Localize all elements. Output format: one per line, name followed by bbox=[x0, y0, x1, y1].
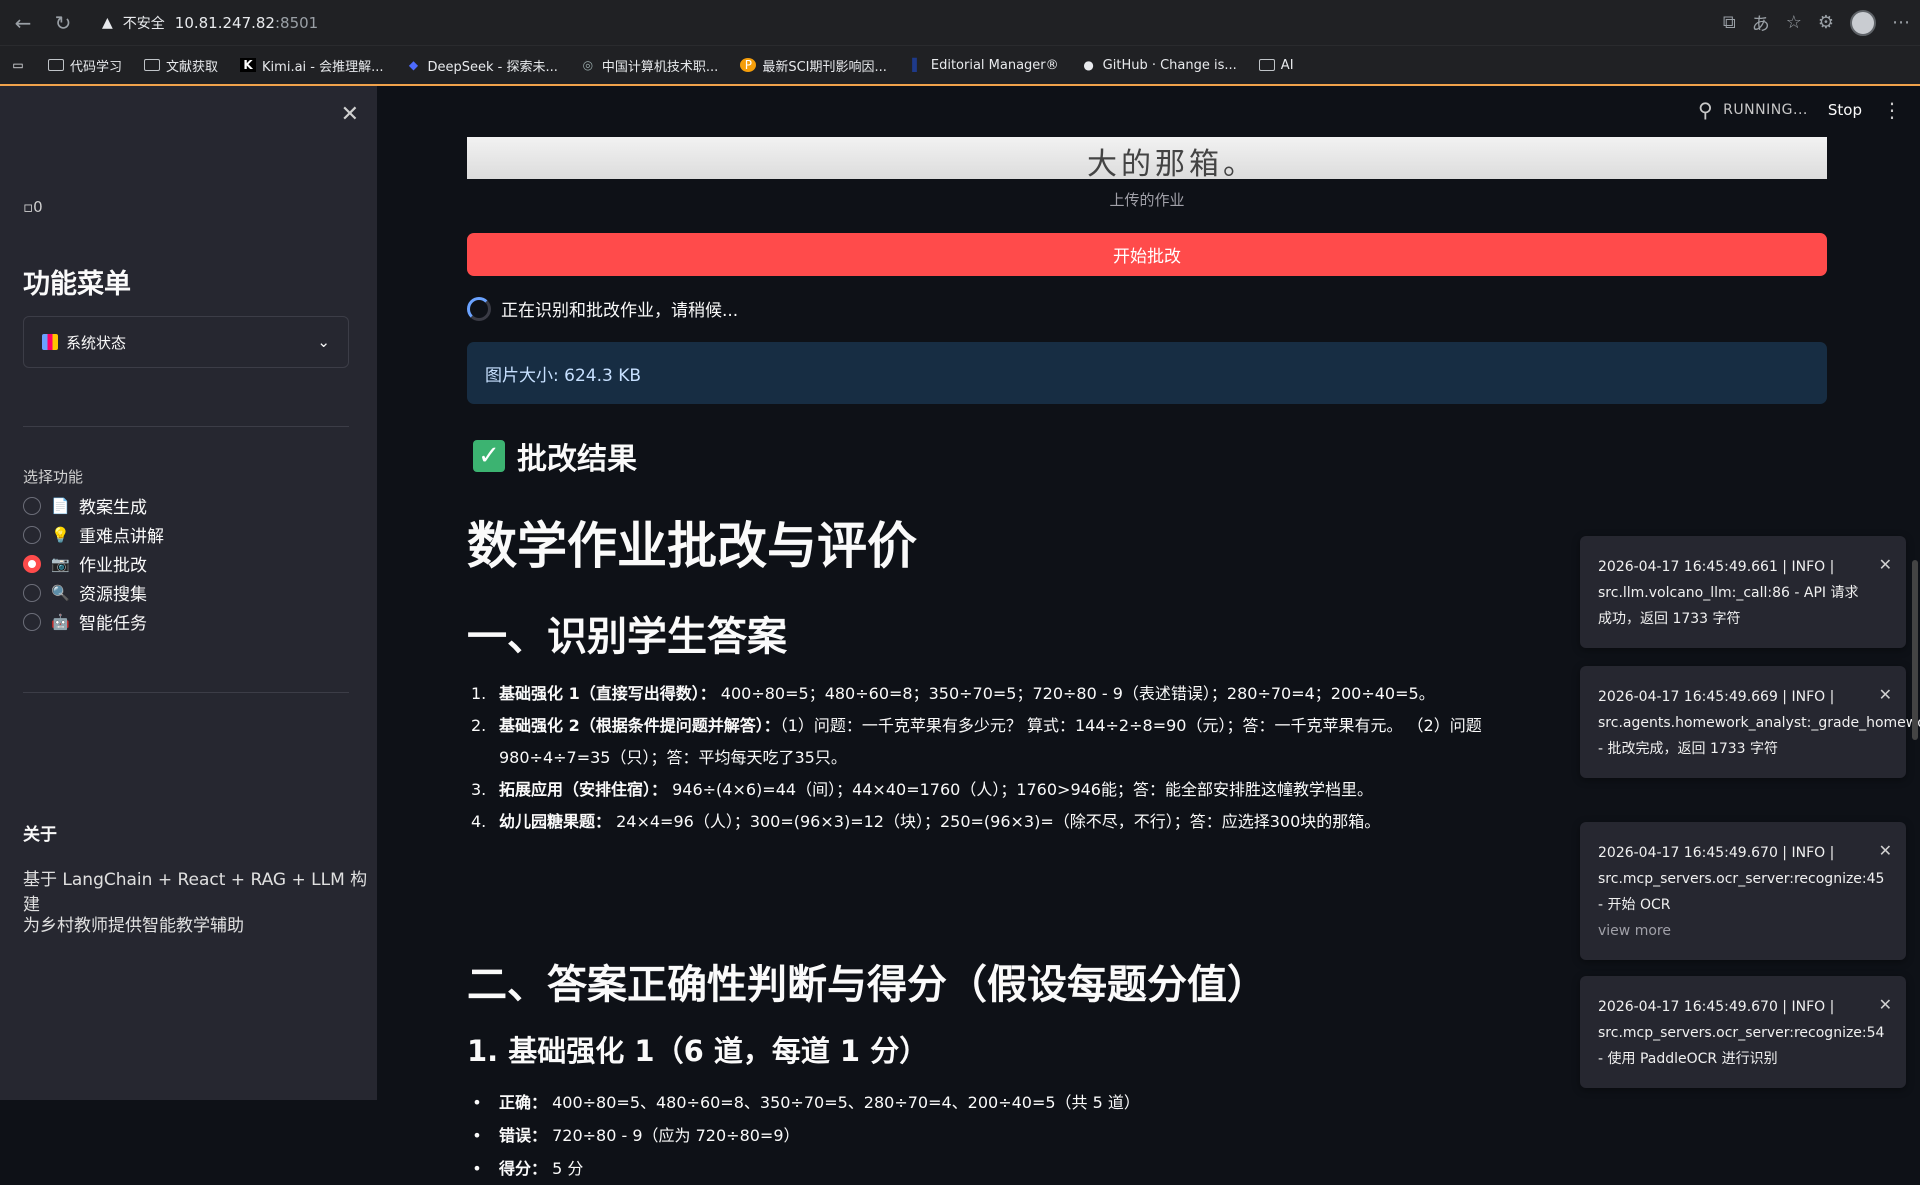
list-item: 1. 基础强化 1（直接写出得数）： 400÷80=5；480÷60=8；350÷… bbox=[471, 684, 1435, 703]
list-item: 3. 拓展应用（安排住宿）： 946÷(4×6)=44（间）；44×40=1760… bbox=[471, 780, 1373, 799]
search-icon: 🔍 bbox=[51, 583, 70, 602]
uploaded-homework-image: 大的那箱。 bbox=[467, 137, 1827, 179]
system-status-select[interactable]: 系统状态 ⌄ bbox=[23, 316, 349, 368]
robot-icon: 🤖 bbox=[51, 612, 70, 631]
score-list: • 正确： 400÷80=5、480÷60=8、350÷70=5、280÷70=4… bbox=[467, 1086, 1140, 1185]
bookmark-ai[interactable]: AI bbox=[1258, 58, 1294, 73]
image-caption: 上传的作业 bbox=[1109, 191, 1185, 209]
extensions-icon[interactable]: ⚙ bbox=[1818, 12, 1834, 33]
close-icon[interactable]: ✕ bbox=[1879, 992, 1892, 1018]
chart-icon bbox=[42, 334, 58, 350]
bookmark-kimi[interactable]: K Kimi.ai - 会推理解... bbox=[240, 56, 384, 75]
folder-icon bbox=[144, 59, 161, 71]
address-bar[interactable]: ▲ 不安全 10.81.247.82:8501 bbox=[90, 6, 1709, 40]
bookmark-editorial[interactable]: ▌ Editorial Manager® bbox=[909, 58, 1058, 73]
radio-lesson-plan[interactable]: 📄 教案生成 bbox=[23, 496, 164, 518]
status-bar: ⚲ RUNNING... Stop ⋮ bbox=[1698, 98, 1902, 122]
bookmark-deepseek[interactable]: ◆ DeepSeek - 探索未... bbox=[406, 56, 558, 75]
log-toast: ✕ 2026-04-17 16:45:49.661 | INFO | src.l… bbox=[1580, 536, 1906, 648]
list-item: 4. 幼儿园糖果题： 24×4=96（人）；300=(96×3)=12（块）；25… bbox=[471, 812, 1381, 831]
list-item: • 正确： 400÷80=5、480÷60=8、350÷70=5、280÷70=4… bbox=[472, 1093, 1140, 1112]
report-title: 数学作业批改与评价 bbox=[467, 517, 917, 575]
bookmarks-bar: ▭ 代码学习 文献获取 K Kimi.ai - 会推理解... ◆ DeepSeek… bbox=[0, 46, 1920, 86]
main-menu-icon[interactable]: ⋮ bbox=[1882, 98, 1902, 122]
reload-icon[interactable]: ↻ bbox=[50, 10, 76, 36]
scrollbar[interactable] bbox=[1912, 560, 1918, 740]
browser-toolbar: ← ↻ ▲ 不安全 10.81.247.82:8501 ⧉ あ ☆ ⚙ ⋯ bbox=[0, 0, 1920, 46]
github-icon: ● bbox=[1083, 58, 1094, 72]
start-grading-button[interactable]: 开始批改 bbox=[467, 233, 1827, 276]
list-item: • 得分： 5 分 bbox=[472, 1159, 584, 1178]
bookmark-code[interactable]: 代码学习 bbox=[48, 56, 122, 75]
about-text: 基于 LangChain + React + RAG + LLM 构建 bbox=[23, 870, 368, 915]
back-icon[interactable]: ← bbox=[10, 10, 36, 36]
radio-key-points[interactable]: 💡 重难点讲解 bbox=[23, 525, 164, 547]
divider bbox=[23, 426, 349, 427]
section-heading: 二、答案正确性判断与得分（假设每题分值） bbox=[467, 962, 1267, 1008]
read-aloud-icon[interactable]: あ bbox=[1752, 10, 1770, 36]
document-icon: 📄 bbox=[51, 496, 70, 515]
camera-icon: 📷 bbox=[51, 554, 70, 573]
tab-actions-icon[interactable]: ▭ bbox=[10, 58, 26, 72]
security-label: 不安全 bbox=[122, 15, 165, 32]
image-size-info: 图片大小: 624.3 KB bbox=[467, 342, 1827, 404]
list-item: • 错误： 720÷80 - 9（应为 720÷80=9） bbox=[472, 1126, 800, 1145]
check-icon: ✓ bbox=[473, 440, 505, 472]
translate-icon[interactable]: ⧉ bbox=[1723, 12, 1736, 33]
bookmark-cs[interactable]: ◎ 中国计算机技术职... bbox=[580, 56, 719, 75]
radio-group-label: 选择功能 bbox=[23, 468, 84, 486]
result-heading: ✓ 批改结果 bbox=[473, 434, 637, 478]
view-more-link[interactable]: view more bbox=[1598, 918, 1866, 944]
folder-icon bbox=[48, 59, 64, 71]
more-menu-icon[interactable]: ⋯ bbox=[1892, 12, 1910, 33]
answer-list: 1. 基础强化 1（直接写出得数）： 400÷80=5；480÷60=8；350÷… bbox=[467, 678, 1587, 838]
spinner-icon bbox=[467, 296, 491, 321]
favorite-star-icon[interactable]: ☆ bbox=[1786, 12, 1802, 33]
menu-title: 功能菜单 bbox=[23, 269, 131, 300]
bookmark-papers[interactable]: 文献获取 bbox=[144, 56, 218, 75]
url-text: 10.81.247.82:8501 bbox=[174, 13, 319, 32]
sci-icon: P bbox=[740, 58, 757, 72]
log-toast: ✕ 2026-04-17 16:45:49.670 | INFO | src.m… bbox=[1580, 976, 1906, 1088]
function-radio-group: 📄 教案生成 💡 重难点讲解 📷 作业批改 🔍 资源搜集 🤖 智能任务 bbox=[23, 496, 164, 634]
section-heading: 一、识别学生答案 bbox=[467, 614, 787, 660]
log-toast: ✕ 2026-04-17 16:45:49.669 | INFO | src.a… bbox=[1580, 666, 1920, 778]
chevron-down-icon: ⌄ bbox=[317, 333, 330, 351]
logo-image: ▫0 bbox=[23, 198, 43, 216]
close-sidebar-icon[interactable]: ✕ bbox=[341, 102, 359, 127]
divider bbox=[23, 692, 349, 693]
bookmark-sci[interactable]: P 最新SCI期刊影响因... bbox=[740, 56, 887, 75]
running-indicator: ⚲ RUNNING... bbox=[1698, 98, 1808, 122]
stop-button[interactable]: Stop bbox=[1828, 101, 1862, 119]
editorial-icon: ▌ bbox=[912, 58, 922, 72]
lightbulb-icon: 💡 bbox=[51, 525, 70, 544]
bicycle-icon: ⚲ bbox=[1698, 98, 1714, 122]
deepseek-icon: ◆ bbox=[408, 58, 419, 72]
radio-homework-grading[interactable]: 📷 作业批改 bbox=[23, 554, 164, 576]
profile-avatar[interactable] bbox=[1850, 9, 1876, 36]
globe-icon: ◎ bbox=[582, 58, 594, 72]
sidebar: ✕ ▫0 功能菜单 系统状态 ⌄ 选择功能 📄 教案生成 💡 重难点讲解 📷 作业批改… bbox=[0, 86, 377, 1100]
list-item: 2. 基础强化 2（根据条件提问题并解答）：（1）问题：一千克苹果有多少元？ 算式… bbox=[471, 716, 1482, 767]
folder-icon bbox=[1258, 59, 1275, 71]
bookmark-github[interactable]: ● GitHub · Change is... bbox=[1081, 58, 1236, 73]
log-toast: ✕ 2026-04-17 16:45:49.670 | INFO | src.m… bbox=[1580, 822, 1906, 960]
kimi-icon: K bbox=[240, 58, 257, 72]
close-icon[interactable]: ✕ bbox=[1879, 682, 1892, 708]
subsection-heading: 1. 基础强化 1（6 道，每道 1 分） bbox=[467, 1034, 929, 1068]
radio-smart-task[interactable]: 🤖 智能任务 bbox=[23, 612, 164, 634]
radio-resource-search[interactable]: 🔍 资源搜集 bbox=[23, 583, 164, 605]
warning-icon: ▲ bbox=[102, 14, 113, 31]
close-icon[interactable]: ✕ bbox=[1879, 552, 1892, 578]
spinner-status: 正在识别和批改作业，请稍候... bbox=[467, 296, 738, 321]
about-title: 关于 bbox=[23, 825, 57, 845]
close-icon[interactable]: ✕ bbox=[1879, 838, 1892, 864]
about-text: 为乡村教师提供智能教学辅助 bbox=[23, 916, 244, 936]
